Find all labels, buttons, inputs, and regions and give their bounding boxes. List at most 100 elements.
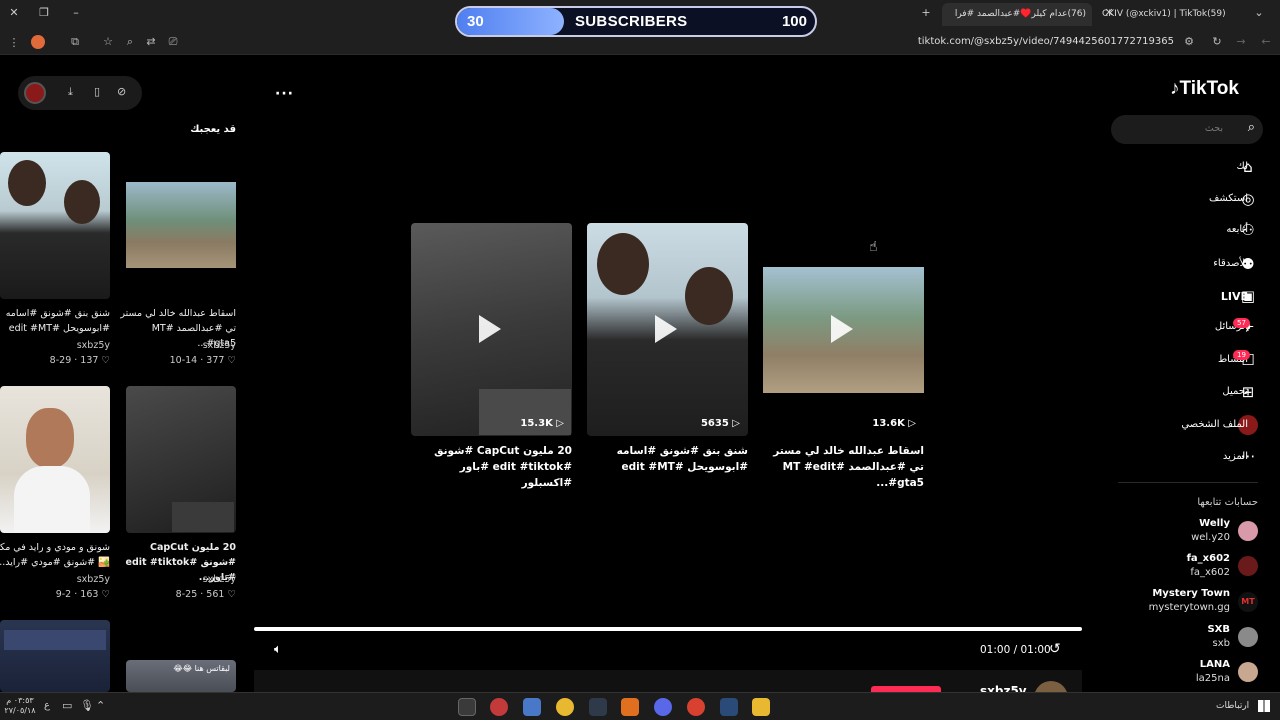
- avatar[interactable]: [24, 82, 46, 104]
- suggested-video-thumbnail[interactable]: [0, 152, 110, 299]
- suggested-video-thumbnail[interactable]: لبقاتس هنا 😂😂: [126, 660, 236, 692]
- language-icon[interactable]: ع: [44, 700, 50, 711]
- replay-icon[interactable]: ↺: [1049, 641, 1061, 657]
- reload-icon[interactable]: ↻: [1209, 35, 1225, 48]
- tab-active[interactable]: (76)عدام كيلر♥️#عبدالصمد #فرا: [942, 3, 1092, 26]
- tab-list-icon[interactable]: ⌄: [1251, 6, 1267, 19]
- tiktok-note-icon: ♪: [1170, 78, 1180, 99]
- related-video-2[interactable]: 5635 ▷: [587, 223, 748, 436]
- browser-app-icon[interactable]: [687, 698, 705, 716]
- nav-more[interactable]: المزيد: [1223, 451, 1248, 462]
- related-video-title[interactable]: 20 مليون CapCut #شونق #edit #tiktok #باو…: [411, 443, 572, 491]
- subscriber-current: 30: [467, 13, 484, 30]
- suggested-video-thumbnail[interactable]: [126, 386, 236, 533]
- following-handle[interactable]: fa_x602: [1190, 567, 1230, 578]
- minimize-window-icon[interactable]: –: [68, 6, 84, 19]
- following-name[interactable]: fa_x602: [1187, 553, 1230, 564]
- back-icon[interactable]: ←: [1258, 35, 1274, 48]
- search-placeholder: بحث: [1204, 123, 1223, 134]
- related-video-3[interactable]: 15.3K ▷: [411, 223, 572, 436]
- following-name[interactable]: SXB: [1207, 624, 1230, 635]
- card-title[interactable]: شونق و مودي و رايد في مكه 🏜️ #شونق #مودي…: [0, 540, 110, 570]
- extension-icon[interactable]: [31, 35, 45, 49]
- clock[interactable]: ٠٣:٥٣ م ٢٧/٠٥/١٨: [3, 696, 37, 716]
- microphone-icon[interactable]: 🎙︎: [80, 699, 94, 712]
- tiktok-logo[interactable]: ♪TikTok: [1170, 78, 1239, 100]
- chat-app-icon[interactable]: [654, 698, 672, 716]
- site-settings-icon[interactable]: ⚙: [1181, 35, 1197, 48]
- clock-date: ٢٧/٠٥/١٨: [4, 706, 36, 715]
- network-label[interactable]: ارتباطات: [1216, 701, 1249, 711]
- nav-following[interactable]: أتابعه: [1226, 224, 1248, 235]
- nav-friends[interactable]: الأصدقاء: [1213, 258, 1248, 269]
- card-user[interactable]: sxbz5y: [126, 340, 236, 351]
- puzzle-icon[interactable]: ⧉: [67, 35, 83, 49]
- tab-ckiv[interactable]: CKIV (@xckiv1) | TikTok(59): [1096, 3, 1248, 26]
- new-tab-icon[interactable]: +: [918, 6, 934, 19]
- files-app-icon[interactable]: [752, 698, 770, 716]
- following-name[interactable]: Mystery Town: [1152, 588, 1230, 599]
- nav-upload[interactable]: تحميل: [1222, 386, 1248, 397]
- discord-app-icon[interactable]: [556, 698, 574, 716]
- suggested-video-thumbnail[interactable]: [126, 152, 236, 299]
- views-value: 5635: [700, 418, 729, 429]
- phone-icon[interactable]: ▯: [94, 85, 100, 98]
- vlc-app-icon[interactable]: [621, 698, 639, 716]
- terminal-app-icon[interactable]: [589, 698, 607, 716]
- menu-icon[interactable]: ⋮: [6, 36, 22, 49]
- nav-profile[interactable]: الملف الشخصي: [1181, 419, 1248, 430]
- subscriber-goal: 100: [781, 13, 807, 30]
- following-handle[interactable]: mysterytown.gg: [1149, 602, 1230, 613]
- card-user[interactable]: sxbz5y: [0, 574, 110, 585]
- related-video-title[interactable]: اسقاط عبدالله خالد لي مستر تي #عبدالصمد …: [763, 443, 924, 491]
- cast-icon[interactable]: ⎚: [165, 35, 181, 49]
- nav-live[interactable]: LIVE: [1221, 290, 1248, 303]
- avatar[interactable]: [1238, 627, 1258, 647]
- network-icon[interactable]: ▭: [62, 699, 72, 712]
- suggested-video-thumbnail[interactable]: [0, 620, 110, 692]
- following-handle[interactable]: la25na: [1196, 673, 1230, 684]
- suggested-video-thumbnail[interactable]: [0, 386, 110, 533]
- window-app-icon[interactable]: [523, 698, 541, 716]
- search-box[interactable]: بحث ⌕: [1111, 115, 1263, 144]
- chevron-up-icon[interactable]: ⌃: [96, 699, 105, 712]
- card-title[interactable]: شنق بنق #شونق #اسامه #ابوسويحل #edit #MT: [0, 306, 110, 336]
- subscriber-label: SUBSCRIBERS: [575, 13, 688, 30]
- chrome-app-icon[interactable]: [458, 698, 476, 716]
- card-user[interactable]: sxbz5y: [126, 574, 236, 585]
- nav-explore[interactable]: استكشف: [1209, 193, 1248, 204]
- card-user[interactable]: sxbz5y: [0, 340, 110, 351]
- zoom-icon[interactable]: ⌕: [122, 35, 138, 49]
- avatar[interactable]: [1238, 662, 1258, 682]
- following-name[interactable]: LANA: [1200, 659, 1230, 670]
- bookmark-star-icon[interactable]: ☆: [100, 35, 116, 48]
- share-icon[interactable]: ⊘: [117, 85, 126, 98]
- forward-icon[interactable]: →: [1233, 35, 1249, 48]
- progress-bar[interactable]: [254, 627, 1082, 631]
- following-name[interactable]: Welly: [1199, 518, 1230, 529]
- related-video-1[interactable]: 13.6K ▷: [763, 223, 924, 436]
- search-icon[interactable]: ⌕: [1248, 120, 1255, 135]
- volume-icon[interactable]: 🔈︎: [274, 642, 282, 657]
- download-icon[interactable]: ⤓: [68, 85, 73, 99]
- translate-icon[interactable]: ⇄: [143, 35, 159, 48]
- following-handle[interactable]: wel.y20: [1191, 532, 1230, 543]
- url-text[interactable]: tiktok.com/@sxbz5y/video/749442560177271…: [918, 36, 1174, 47]
- recorder-app-icon[interactable]: [490, 698, 508, 716]
- card-likes: 561: [206, 589, 225, 600]
- steam-app-icon[interactable]: [720, 698, 738, 716]
- avatar[interactable]: [1238, 521, 1258, 541]
- close-window-icon[interactable]: ✕: [6, 6, 22, 19]
- nav-for-you[interactable]: لك: [1237, 161, 1248, 172]
- more-options-icon[interactable]: ···: [275, 86, 294, 102]
- related-video-title[interactable]: شنق بنق #شونق #اسامه #ابوسويحل #edit #MT: [587, 443, 748, 475]
- tab-label: (76)عدام كيلر♥️#عبدالصمد #فرا: [954, 9, 1086, 19]
- start-icon[interactable]: [1258, 700, 1270, 712]
- avatar[interactable]: [1238, 556, 1258, 576]
- following-handle[interactable]: sxb: [1213, 638, 1230, 649]
- heart-icon: ♡: [227, 589, 236, 600]
- avatar[interactable]: MT: [1238, 592, 1258, 612]
- close-tab-icon[interactable]: ✕: [1101, 6, 1117, 19]
- restore-window-icon[interactable]: ❐: [36, 6, 52, 19]
- divider: [1118, 482, 1258, 483]
